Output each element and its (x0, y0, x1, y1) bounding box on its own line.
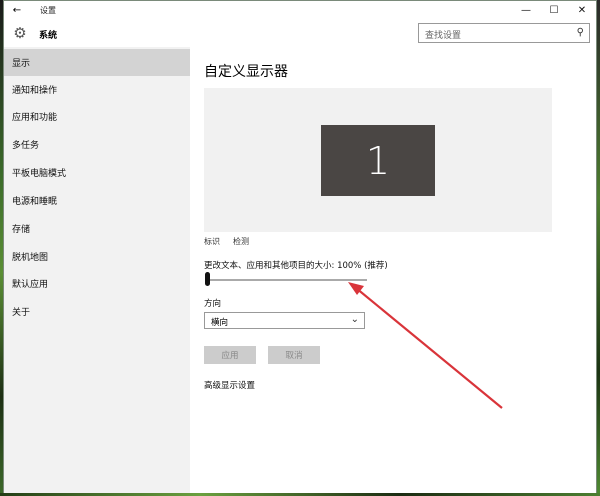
sidebar: 显示 通知和操作 应用和功能 多任务 平板电脑模式 电源和睡眠 存储 脱机地图 … (4, 47, 190, 493)
sidebar-item-apps[interactable]: 应用和功能 (4, 103, 190, 130)
main-content: 自定义显示器 1 标识 检测 更改文本、应用和其他项目的大小: 100% (推荐… (190, 47, 596, 493)
search-placeholder: 查找设置 (425, 31, 462, 41)
maximize-button[interactable]: ☐ (540, 1, 568, 19)
apply-button[interactable]: 应用 (204, 346, 256, 364)
sidebar-item-multitasking[interactable]: 多任务 (4, 131, 190, 158)
back-arrow-icon[interactable]: ← (4, 1, 30, 19)
identify-link[interactable]: 标识 (204, 236, 220, 247)
orientation-dropdown[interactable]: 横向 ⌄ (204, 312, 365, 329)
orientation-value: 横向 (211, 318, 229, 328)
sidebar-item-tablet-mode[interactable]: 平板电脑模式 (4, 159, 190, 186)
chevron-down-icon: ⌄ (350, 314, 359, 325)
minimize-button[interactable]: — (512, 1, 540, 19)
sidebar-item-notifications[interactable]: 通知和操作 (4, 76, 190, 103)
scale-label: 更改文本、应用和其他项目的大小: 100% (推荐) (204, 261, 388, 271)
settings-window: ← 设置 — ☐ ✕ ⚙ 系统 查找设置 ⚲ 显示 通知和操作 应用和功能 多任… (3, 0, 597, 493)
title-bar: ← 设置 — ☐ ✕ (4, 1, 596, 19)
close-button[interactable]: ✕ (568, 1, 596, 19)
display-preview: 1 (204, 88, 552, 232)
search-input[interactable]: 查找设置 ⚲ (418, 23, 590, 43)
sidebar-item-default-apps[interactable]: 默认应用 (4, 270, 190, 297)
window-controls: — ☐ ✕ (512, 1, 596, 19)
window-title: 设置 (40, 5, 56, 15)
sidebar-item-about[interactable]: 关于 (4, 298, 190, 325)
scale-slider-thumb[interactable] (205, 272, 210, 286)
sidebar-item-power-sleep[interactable]: 电源和睡眠 (4, 187, 190, 214)
page-title: 自定义显示器 (204, 64, 288, 80)
settings-header: ⚙ 系统 查找设置 ⚲ (4, 19, 596, 47)
orientation-label: 方向 (204, 299, 222, 309)
detect-link[interactable]: 检测 (233, 236, 249, 247)
section-title: 系统 (39, 31, 58, 41)
cancel-button[interactable]: 取消 (268, 346, 320, 364)
search-icon[interactable]: ⚲ (577, 27, 584, 38)
monitor-tile[interactable]: 1 (321, 125, 435, 196)
scale-slider-track[interactable] (207, 279, 367, 281)
sidebar-item-storage[interactable]: 存储 (4, 215, 190, 242)
sidebar-item-display[interactable]: 显示 (4, 49, 190, 76)
advanced-display-settings-link[interactable]: 高级显示设置 (204, 379, 255, 391)
gear-icon: ⚙ (13, 24, 27, 42)
sidebar-item-offline-maps[interactable]: 脱机地图 (4, 243, 190, 270)
